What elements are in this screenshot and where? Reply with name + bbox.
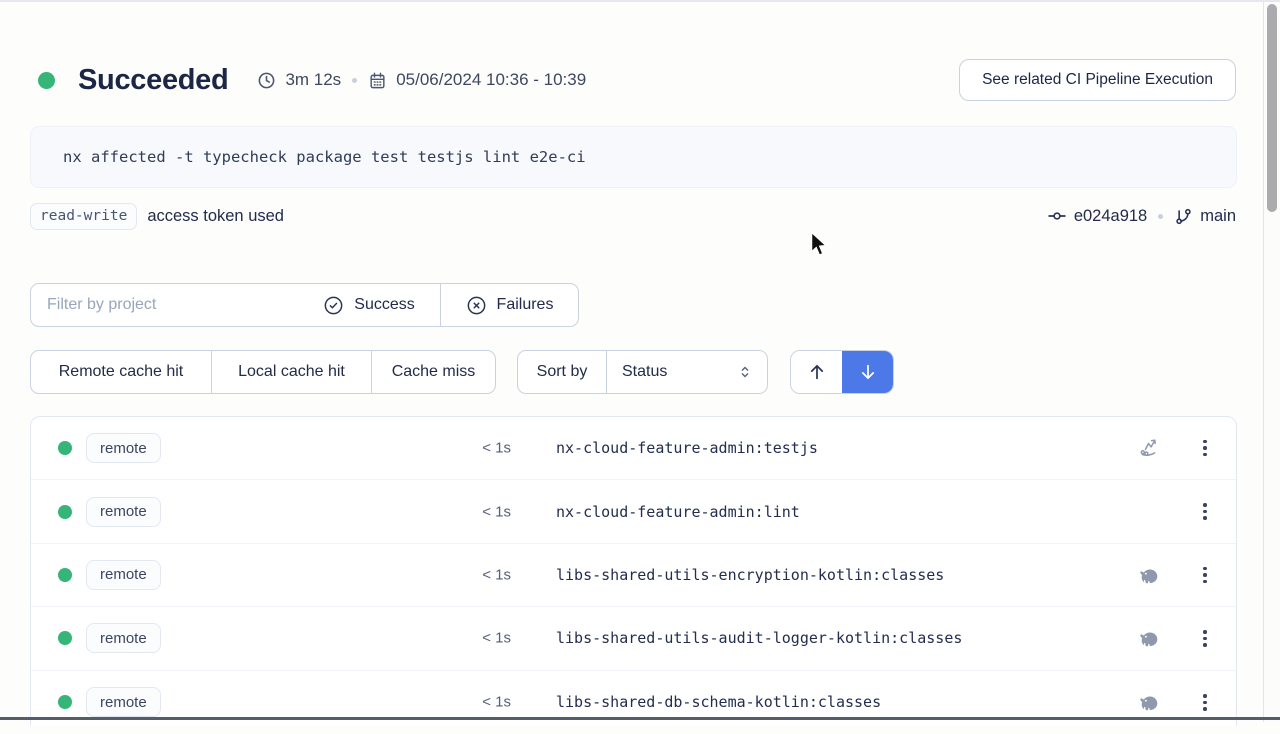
task-name[interactable]: libs-shared-utils-encryption-kotlin:clas…	[556, 566, 944, 584]
task-name[interactable]: nx-cloud-feature-admin:lint	[556, 503, 800, 521]
cache-source-badge: remote	[86, 560, 161, 590]
sort-group: Sort by Status	[517, 350, 768, 394]
calendar-icon	[368, 71, 387, 90]
failures-filter-label: Failures	[497, 296, 554, 314]
task-row[interactable]: remote < 1s libs-shared-utils-audit-logg…	[31, 607, 1236, 670]
task-name[interactable]: libs-shared-utils-audit-logger-kotlin:cl…	[556, 629, 962, 647]
secondary-filter-bar: Remote cache hit Local cache hit Cache m…	[30, 350, 1237, 394]
gradle-icon	[1137, 629, 1160, 647]
scrollbar-thumb[interactable]	[1267, 4, 1277, 212]
sort-by-label: Sort by	[518, 351, 606, 393]
task-list: remote < 1s nx-cloud-feature-admin:testj…	[30, 416, 1237, 726]
separator-dot	[352, 78, 357, 83]
separator-dot	[1158, 214, 1163, 219]
success-filter-button[interactable]: Success	[298, 284, 440, 326]
command-text: nx affected -t typecheck package test te…	[63, 148, 586, 166]
task-status-dot	[58, 695, 72, 709]
remote-cache-hit-label: Remote cache hit	[59, 363, 184, 381]
sort-field-select[interactable]: Status	[606, 351, 767, 393]
task-name[interactable]: libs-shared-db-schema-kotlin:classes	[556, 693, 881, 711]
cache-filter-group: Remote cache hit Local cache hit Cache m…	[30, 350, 496, 394]
arrow-down-icon	[857, 361, 879, 383]
gradle-icon	[1137, 693, 1160, 711]
chevron-up-down-icon	[736, 363, 754, 381]
git-commit-icon	[1047, 206, 1067, 226]
task-row[interactable]: remote < 1s nx-cloud-feature-admin:testj…	[31, 417, 1236, 480]
success-filter-label: Success	[354, 296, 414, 314]
task-status-dot	[58, 505, 72, 519]
task-duration: < 1s	[411, 566, 511, 583]
task-duration: < 1s	[411, 630, 511, 647]
sort-ascending-button[interactable]	[791, 351, 842, 393]
branch-name[interactable]: main	[1200, 207, 1236, 226]
sort-descending-button[interactable]	[842, 351, 893, 393]
task-row[interactable]: remote < 1s nx-cloud-feature-admin:lint	[31, 480, 1236, 543]
clock-icon	[257, 71, 276, 90]
row-menu-button[interactable]	[1193, 500, 1217, 524]
cache-source-badge: remote	[86, 623, 161, 653]
task-duration: < 1s	[411, 440, 511, 457]
row-menu-button[interactable]	[1193, 563, 1217, 587]
row-menu-button[interactable]	[1193, 690, 1217, 714]
task-row[interactable]: remote < 1s libs-shared-utils-encryption…	[31, 544, 1236, 607]
commit-hash[interactable]: e024a918	[1074, 207, 1147, 226]
token-row: read-write access token used e024a918 ma…	[30, 202, 1237, 230]
token-scope-badge: read-write	[30, 203, 137, 230]
gradle-icon	[1137, 566, 1160, 584]
task-status-dot	[58, 631, 72, 645]
sort-direction-group	[790, 350, 894, 394]
row-menu-button[interactable]	[1193, 626, 1217, 650]
filter-by-project-input[interactable]	[31, 284, 298, 326]
cache-source-badge: remote	[86, 687, 161, 717]
x-circle-icon	[466, 295, 487, 316]
chart-icon	[1137, 436, 1161, 460]
run-header: Succeeded 3m 12s 05/06/2024 10:36 - 10:3…	[30, 59, 1237, 101]
vcs-info: e024a918 main	[1047, 202, 1236, 230]
cache-miss-button[interactable]: Cache miss	[371, 351, 495, 393]
project-filter-bar: Success Failures	[30, 283, 579, 327]
page-title: Succeeded	[78, 64, 228, 97]
local-cache-hit-label: Local cache hit	[238, 363, 345, 381]
cache-miss-label: Cache miss	[392, 363, 476, 381]
scrollbar-track[interactable]	[1263, 2, 1280, 722]
task-duration: < 1s	[411, 694, 511, 711]
task-status-dot	[58, 568, 72, 582]
row-menu-button[interactable]	[1193, 436, 1217, 460]
task-row[interactable]: remote < 1s libs-shared-db-schema-kotlin…	[31, 671, 1236, 734]
arrow-up-icon	[806, 361, 828, 383]
task-status-dot	[58, 441, 72, 455]
task-name[interactable]: nx-cloud-feature-admin:testjs	[556, 439, 818, 457]
sort-field-value: Status	[622, 363, 667, 381]
failures-filter-button[interactable]: Failures	[440, 284, 578, 326]
git-branch-icon	[1174, 207, 1193, 226]
mouse-cursor	[806, 230, 832, 260]
duration-value: 3m 12s	[285, 70, 341, 90]
task-duration: < 1s	[411, 503, 511, 520]
related-ci-pipeline-button[interactable]: See related CI Pipeline Execution	[959, 59, 1236, 101]
date-meta: 05/06/2024 10:36 - 10:39	[368, 70, 586, 90]
token-text: access token used	[147, 207, 284, 226]
cache-source-badge: remote	[86, 497, 161, 527]
status-dot	[38, 72, 55, 89]
command-block: nx affected -t typecheck package test te…	[30, 126, 1237, 188]
date-range: 05/06/2024 10:36 - 10:39	[396, 70, 586, 90]
cache-source-badge: remote	[86, 433, 161, 463]
local-cache-hit-button[interactable]: Local cache hit	[211, 351, 371, 393]
check-circle-icon	[323, 295, 344, 316]
duration-meta: 3m 12s	[257, 70, 341, 90]
remote-cache-hit-button[interactable]: Remote cache hit	[31, 351, 211, 393]
